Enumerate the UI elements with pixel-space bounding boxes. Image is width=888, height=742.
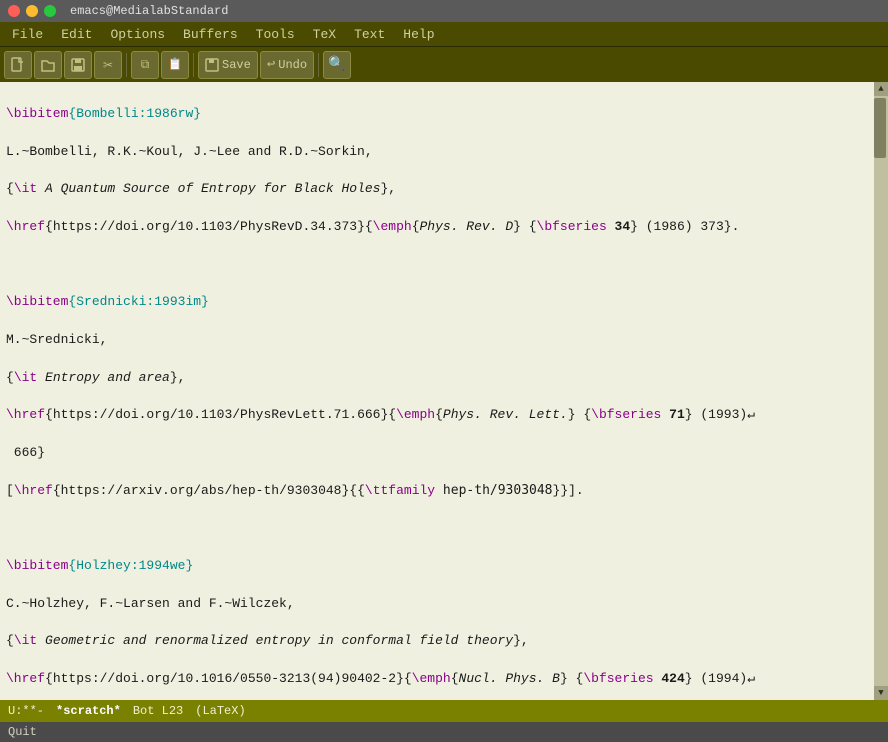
bottombar: Quit xyxy=(0,722,888,742)
toolbar-separator-3 xyxy=(318,53,319,77)
menu-edit[interactable]: Edit xyxy=(53,25,100,44)
line-15: {\it Geometric and renormalized entropy … xyxy=(6,632,868,651)
line-14: C.~Holzhey, F.~Larsen and F.~Wilczek, xyxy=(6,595,868,614)
line-11: [\href{https://arxiv.org/abs/hep-th/9303… xyxy=(6,482,868,501)
line-8: {\it Entropy and area}, xyxy=(6,369,868,388)
menu-tools[interactable]: Tools xyxy=(248,25,303,44)
search-button[interactable]: 🔍 xyxy=(323,51,351,79)
status-buffer: *scratch* xyxy=(56,704,121,718)
cut-button[interactable]: ✂ xyxy=(94,51,122,79)
status-mode: U:**- xyxy=(8,704,44,718)
scrollbar-down-arrow[interactable]: ▼ xyxy=(874,686,888,700)
status-position: Bot L23 xyxy=(133,704,183,718)
open-file-button[interactable] xyxy=(34,51,62,79)
editor-content[interactable]: \bibitem{Bombelli:1986rw} L.~Bombelli, R… xyxy=(0,82,874,700)
line-6: \bibitem{Srednicki:1993im} xyxy=(6,293,868,312)
toolbar: ✂ ⧉ 📋 Save ↩ Undo 🔍 xyxy=(0,46,888,82)
line-3: {\it A Quantum Source of Entropy for Bla… xyxy=(6,180,868,199)
line-4: \href{https://doi.org/10.1103/PhysRevD.3… xyxy=(6,218,868,237)
menu-options[interactable]: Options xyxy=(102,25,173,44)
new-file-button[interactable] xyxy=(4,51,32,79)
menu-buffers[interactable]: Buffers xyxy=(175,25,246,44)
scrollbar-thumb[interactable] xyxy=(874,98,886,158)
line-7: M.~Srednicki, xyxy=(6,331,868,350)
bottom-text: Quit xyxy=(8,725,37,739)
line-13: \bibitem{Holzhey:1994we} xyxy=(6,557,868,576)
undo-label: Undo xyxy=(278,58,307,72)
toolbar-separator-1 xyxy=(126,53,127,77)
line-2: L.~Bombelli, R.K.~Koul, J.~Lee and R.D.~… xyxy=(6,143,868,162)
line-12 xyxy=(6,519,868,538)
copy-button[interactable]: ⧉ xyxy=(131,51,159,79)
save-text-button[interactable]: Save xyxy=(198,51,258,79)
editor-container: \bibitem{Bombelli:1986rw} L.~Bombelli, R… xyxy=(0,82,888,700)
undo-button[interactable]: ↩ Undo xyxy=(260,51,314,79)
close-button[interactable] xyxy=(8,5,20,17)
menu-file[interactable]: File xyxy=(4,25,51,44)
scrollbar[interactable]: ▲ ▼ xyxy=(874,82,888,700)
line-9: \href{https://doi.org/10.1103/PhysRevLet… xyxy=(6,406,868,425)
line-1: \bibitem{Bombelli:1986rw} xyxy=(6,105,868,124)
menu-help[interactable]: Help xyxy=(395,25,442,44)
titlebar: emacs@MedialabStandard xyxy=(0,0,888,22)
scrollbar-up-arrow[interactable]: ▲ xyxy=(874,82,888,96)
menu-text[interactable]: Text xyxy=(346,25,393,44)
line-5 xyxy=(6,256,868,275)
titlebar-left: emacs@MedialabStandard xyxy=(8,4,228,18)
window-title: emacs@MedialabStandard xyxy=(70,4,228,18)
menu-tex[interactable]: TeX xyxy=(305,25,344,44)
line-10: 666} xyxy=(6,444,868,463)
save-file-button[interactable] xyxy=(64,51,92,79)
status-major-mode: (LaTeX) xyxy=(195,704,245,718)
menubar: File Edit Options Buffers Tools TeX Text… xyxy=(0,22,888,46)
line-16: \href{https://doi.org/10.1016/0550-3213(… xyxy=(6,670,868,689)
paste-button[interactable]: 📋 xyxy=(161,51,189,79)
statusbar: U:**- *scratch* Bot L23 (LaTeX) xyxy=(0,700,888,722)
save-label: Save xyxy=(222,58,251,72)
maximize-button[interactable] xyxy=(44,5,56,17)
toolbar-separator-2 xyxy=(193,53,194,77)
minimize-button[interactable] xyxy=(26,5,38,17)
